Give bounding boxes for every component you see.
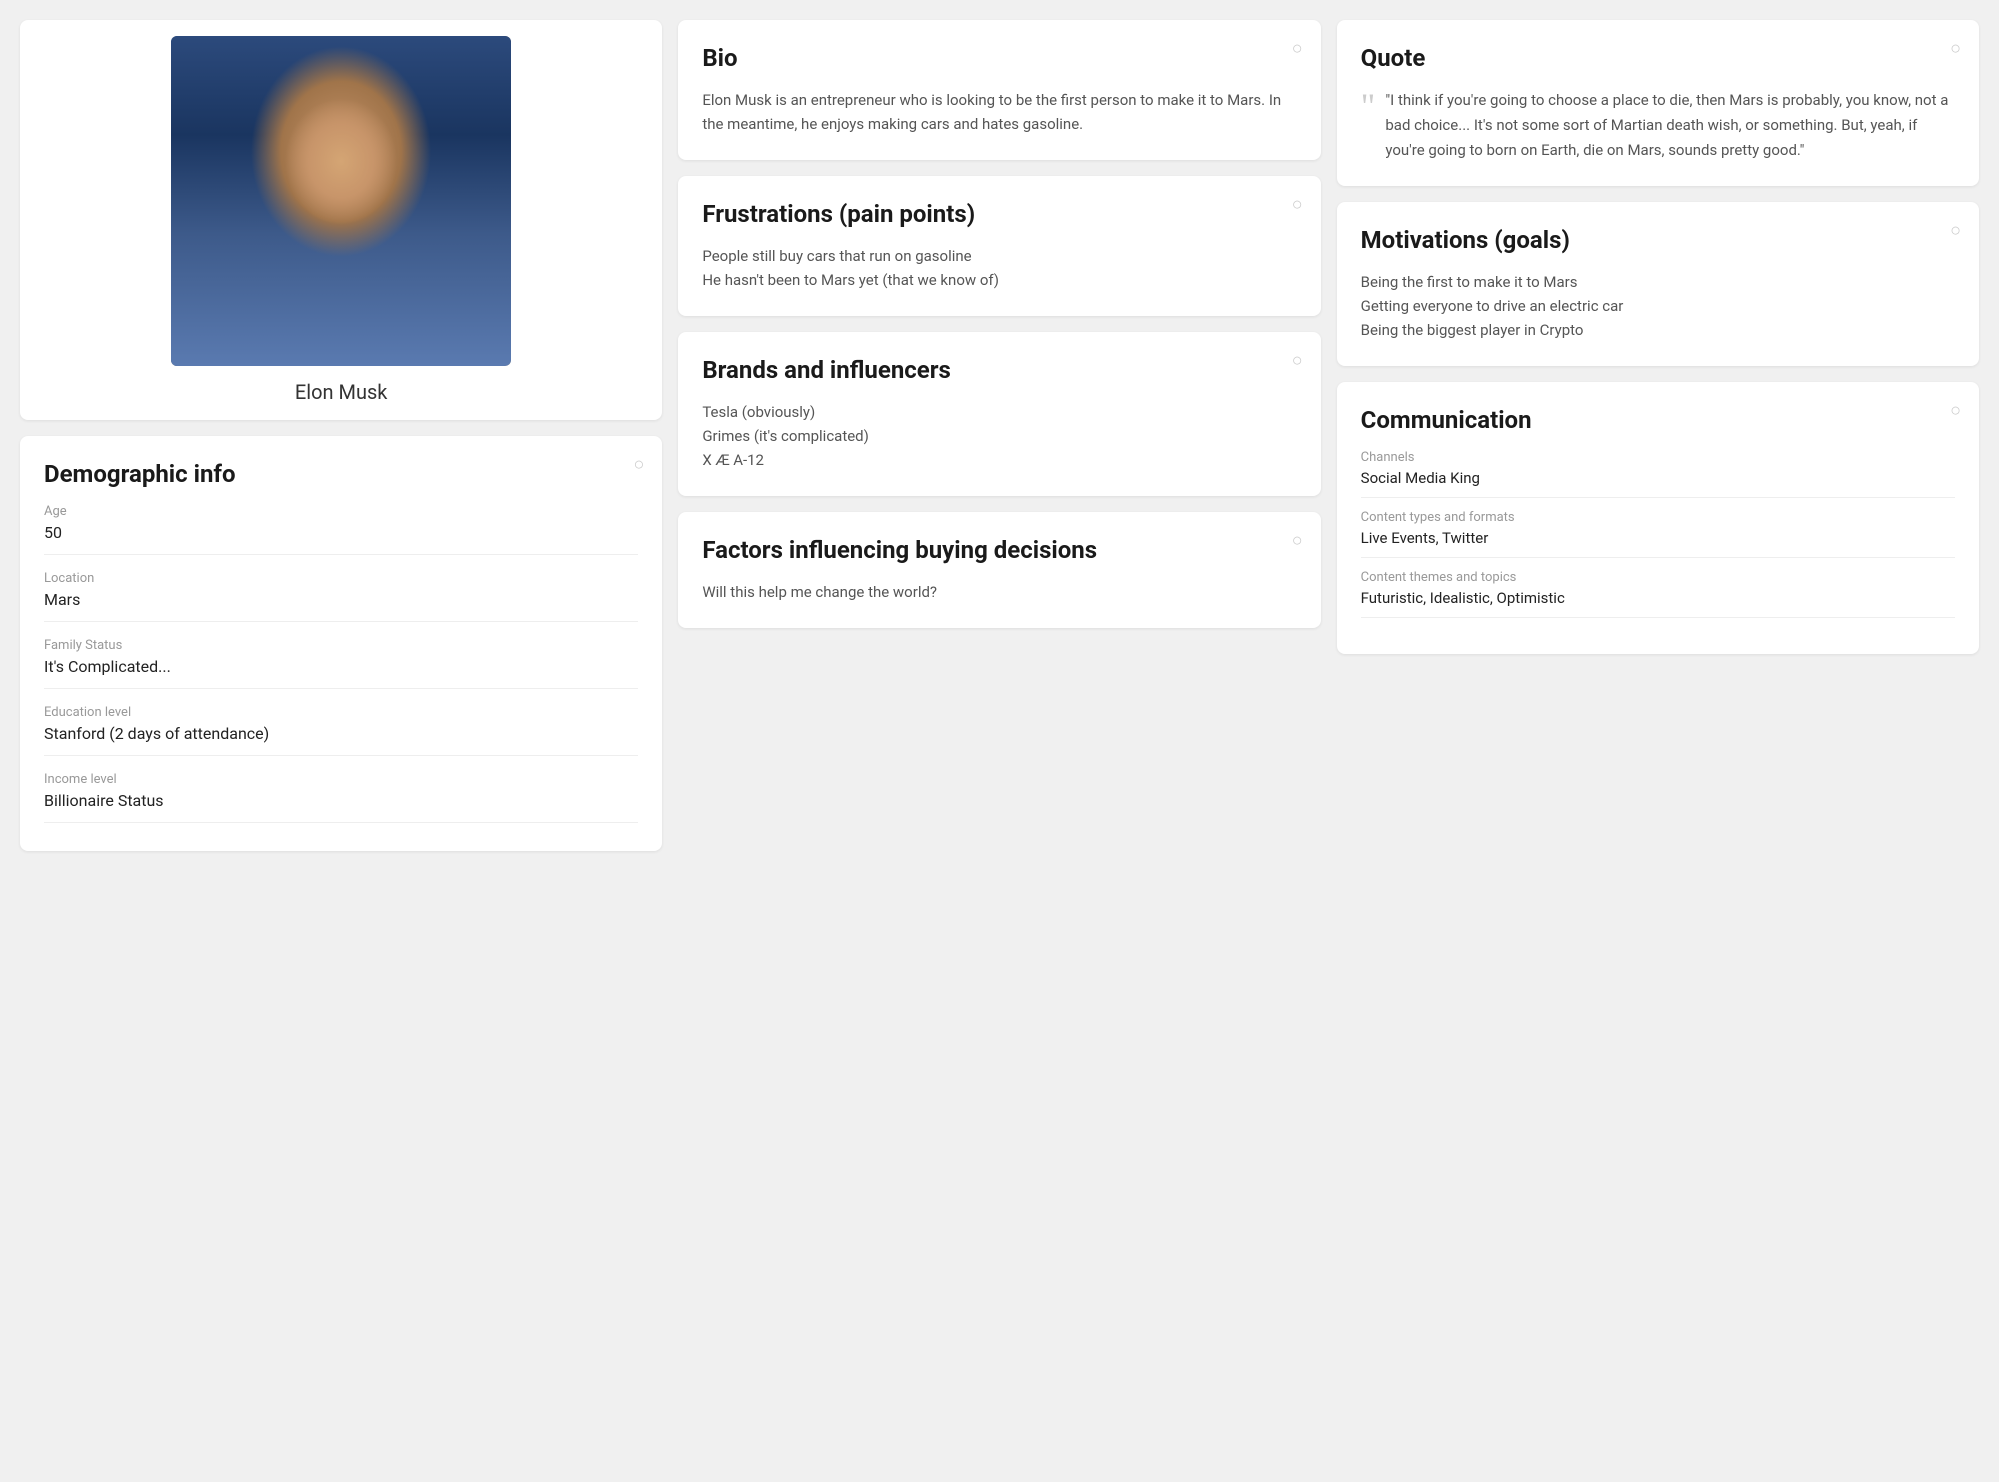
brands-text: Tesla (obviously) Grimes (it's complicat…	[702, 400, 1296, 472]
content-themes-value: Futuristic, Idealistic, Optimistic	[1361, 589, 1955, 618]
communication-title: Communication	[1361, 406, 1955, 434]
frustrations-title: Frustrations (pain points)	[702, 200, 1296, 228]
bio-text: Elon Musk is an entrepreneur who is look…	[702, 88, 1296, 136]
brands-title: Brands and influencers	[702, 356, 1296, 384]
family-value: It's Complicated...	[44, 657, 638, 689]
family-field: Family Status It's Complicated...	[44, 638, 638, 689]
profile-card: Elon Musk	[20, 20, 662, 420]
channels-label: Channels	[1361, 450, 1955, 465]
family-label: Family Status	[44, 638, 638, 653]
location-field: Location Mars	[44, 571, 638, 622]
income-label: Income level	[44, 772, 638, 787]
demographic-card: ○ Demographic info Age 50 Location Mars …	[20, 436, 662, 851]
age-value: 50	[44, 523, 638, 555]
content-themes-section: Content themes and topics Futuristic, Id…	[1361, 570, 1955, 618]
location-value: Mars	[44, 590, 638, 622]
quote-title: Quote	[1361, 44, 1955, 72]
income-field: Income level Billionaire Status	[44, 772, 638, 823]
content-themes-label: Content themes and topics	[1361, 570, 1955, 585]
communication-icon: ○	[1950, 400, 1961, 421]
quote-mark: "	[1361, 88, 1376, 124]
education-field: Education level Stanford (2 days of atte…	[44, 705, 638, 756]
demographic-title: Demographic info	[44, 460, 638, 488]
content-types-label: Content types and formats	[1361, 510, 1955, 525]
buying-text: Will this help me change the world?	[702, 580, 1296, 604]
frustrations-card: ○ Frustrations (pain points) People stil…	[678, 176, 1320, 316]
location-label: Location	[44, 571, 638, 586]
bio-card: ○ Bio Elon Musk is an entrepreneur who i…	[678, 20, 1320, 160]
buying-title: Factors influencing buying decisions	[702, 536, 1296, 564]
bio-icon: ○	[1292, 38, 1303, 59]
education-value: Stanford (2 days of attendance)	[44, 724, 638, 756]
profile-name: Elon Musk	[295, 380, 388, 404]
channels-value: Social Media King	[1361, 469, 1955, 498]
content-types-section: Content types and formats Live Events, T…	[1361, 510, 1955, 558]
quote-text: "I think if you're going to choose a pla…	[1385, 88, 1955, 162]
income-value: Billionaire Status	[44, 791, 638, 823]
motivations-card: ○ Motivations (goals) Being the first to…	[1337, 202, 1979, 366]
content-types-value: Live Events, Twitter	[1361, 529, 1955, 558]
quote-card: ○ Quote " "I think if you're going to ch…	[1337, 20, 1979, 186]
buying-icon: ○	[1292, 530, 1303, 551]
brands-icon: ○	[1292, 350, 1303, 371]
buying-card: ○ Factors influencing buying decisions W…	[678, 512, 1320, 628]
profile-image	[171, 36, 511, 366]
bio-title: Bio	[702, 44, 1296, 72]
quote-icon: ○	[1950, 38, 1961, 59]
demographic-icon: ○	[633, 454, 644, 475]
education-label: Education level	[44, 705, 638, 720]
age-label: Age	[44, 504, 638, 519]
frustrations-icon: ○	[1292, 194, 1303, 215]
frustrations-text: People still buy cars that run on gasoli…	[702, 244, 1296, 292]
motivations-text: Being the first to make it to Mars Getti…	[1361, 270, 1955, 342]
motivations-title: Motivations (goals)	[1361, 226, 1955, 254]
communication-card: ○ Communication Channels Social Media Ki…	[1337, 382, 1979, 654]
channels-section: Channels Social Media King	[1361, 450, 1955, 498]
motivations-icon: ○	[1950, 220, 1961, 241]
brands-card: ○ Brands and influencers Tesla (obviousl…	[678, 332, 1320, 496]
age-field: Age 50	[44, 504, 638, 555]
